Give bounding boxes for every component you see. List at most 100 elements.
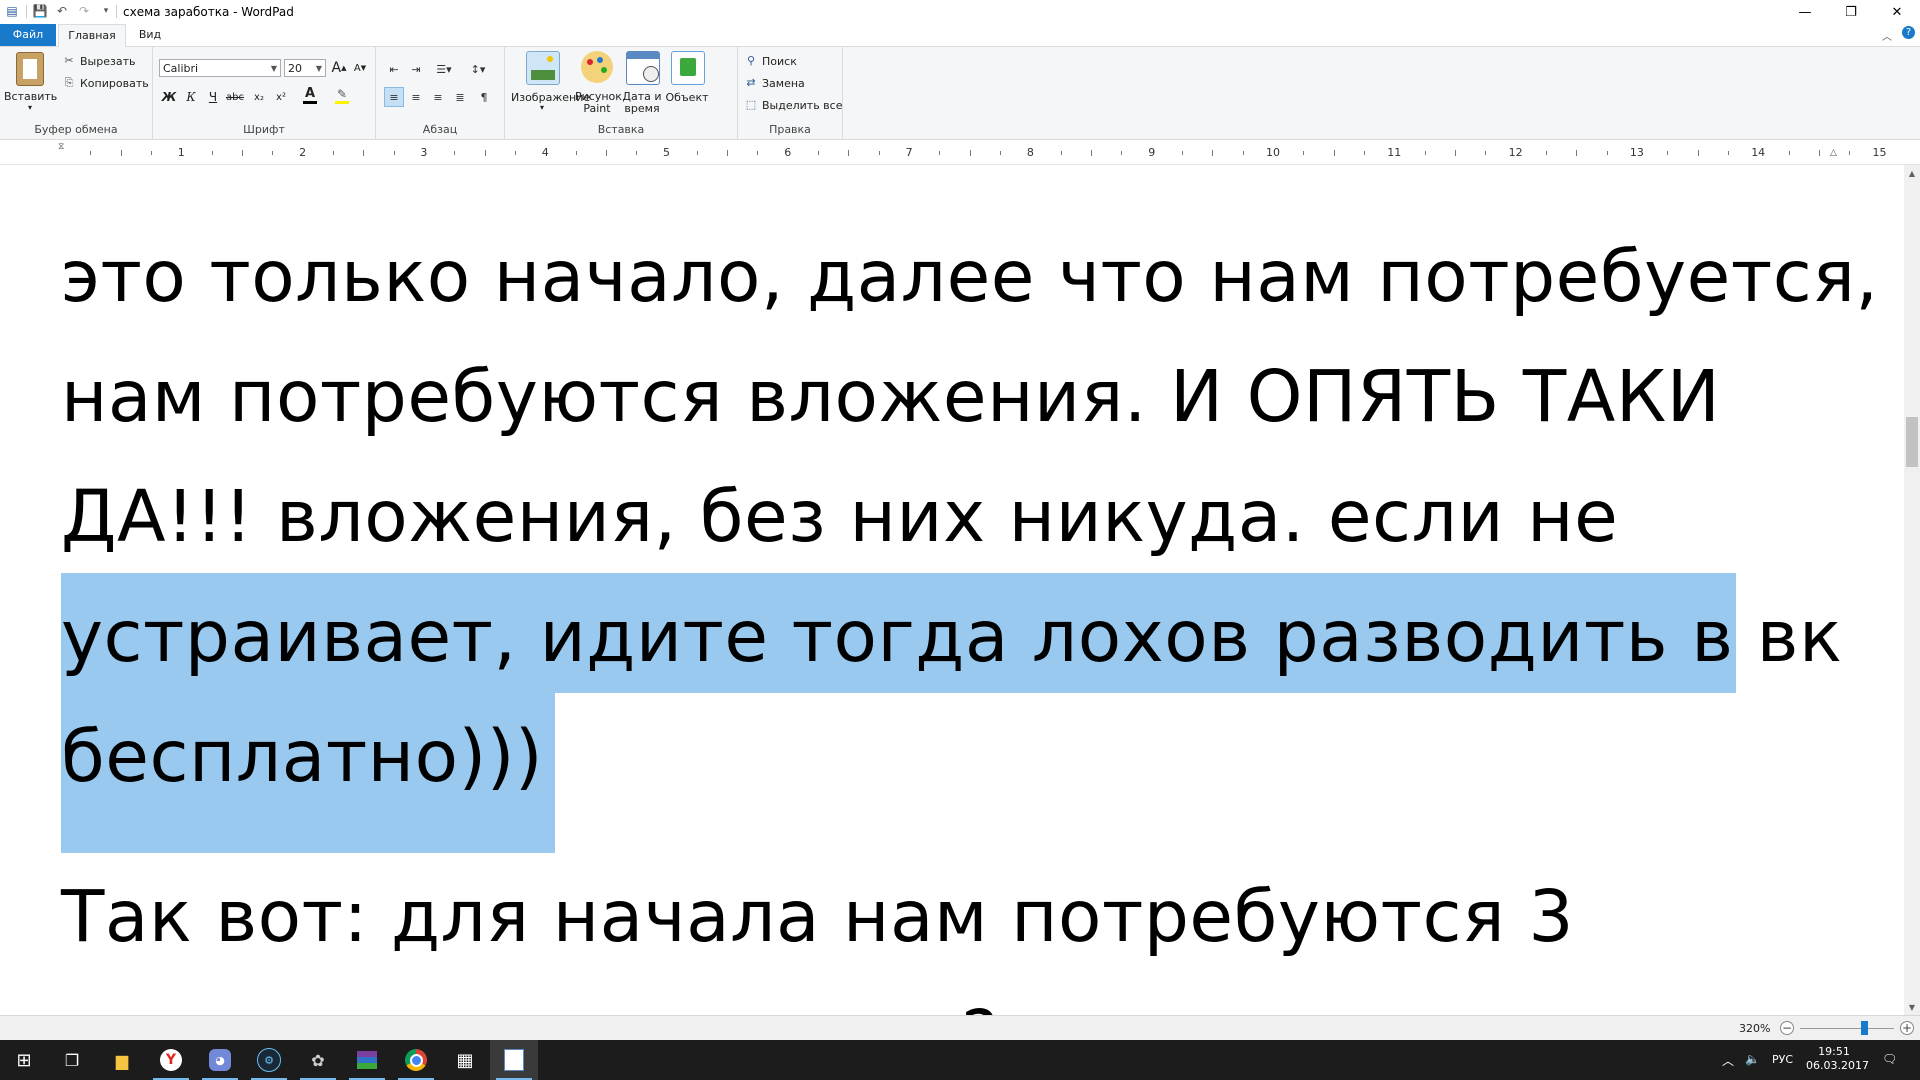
ruler-tick xyxy=(1667,151,1669,155)
datetime-label: Дата и время xyxy=(621,91,663,115)
font-color-button[interactable]: A xyxy=(297,85,323,105)
help-icon[interactable]: ? xyxy=(1902,26,1915,39)
align-right-icon[interactable]: ≡ xyxy=(428,87,448,107)
paragraph-settings-icon[interactable]: ¶ xyxy=(474,87,494,107)
taskbar-chrome[interactable] xyxy=(392,1040,440,1080)
taskbar-winrar[interactable] xyxy=(343,1040,391,1080)
taskbar-explorer[interactable]: ▆ xyxy=(98,1040,146,1080)
scroll-down-icon[interactable]: ▼ xyxy=(1904,999,1920,1015)
ruler-tick xyxy=(1545,151,1547,155)
picture-icon xyxy=(526,51,560,85)
tray-chevron-icon[interactable]: ︿ xyxy=(1722,1052,1734,1069)
select-all-button[interactable]: ⬚ Выделить все xyxy=(744,98,843,112)
vertical-scrollbar[interactable]: ▲ ▼ xyxy=(1904,165,1920,1015)
paste-dropdown-icon[interactable]: ▾ xyxy=(4,103,56,112)
ruler-number: 9 xyxy=(1148,146,1156,159)
bullets-icon[interactable]: ☰▾ xyxy=(430,59,458,79)
redo-icon[interactable]: ↷ xyxy=(76,3,92,19)
find-button[interactable]: ⚲ Поиск xyxy=(744,54,797,68)
object-label: Объект xyxy=(665,91,709,104)
replace-button[interactable]: ⇄ Замена xyxy=(744,76,804,90)
cut-button[interactable]: ✂ Вырезать xyxy=(62,54,135,68)
ruler-tick xyxy=(1424,151,1426,155)
underline-button[interactable]: Ч xyxy=(203,87,223,107)
clock[interactable]: 19:51 06.03.2017 xyxy=(1806,1045,1869,1073)
close-button[interactable]: ✕ xyxy=(1874,0,1920,24)
align-left-icon[interactable]: ≡ xyxy=(384,87,404,107)
indent-marker-icon[interactable]: ⧖ xyxy=(58,142,64,152)
chevron-down-icon: ▼ xyxy=(270,64,277,73)
grow-font-button[interactable]: A ▲ xyxy=(329,58,349,78)
font-size-select[interactable]: 20 ▼ xyxy=(284,59,326,77)
bold-button[interactable]: Ж xyxy=(159,87,179,107)
chevron-down-icon: ▼ xyxy=(315,64,322,73)
ruler-tick xyxy=(848,150,850,156)
keyboard-language[interactable]: РУС xyxy=(1772,1053,1793,1066)
tab-file[interactable]: Файл xyxy=(0,24,56,46)
zoom-out-button[interactable]: − xyxy=(1780,1021,1794,1035)
ruler-tick xyxy=(605,150,607,156)
increase-indent-icon[interactable]: ⇥ xyxy=(406,59,426,79)
wordpad-app-icon[interactable]: ▤ xyxy=(4,3,20,19)
editing-group-label: Правка xyxy=(769,123,811,136)
save-icon[interactable]: 💾 xyxy=(32,3,48,19)
ruler-number: 5 xyxy=(663,146,670,159)
task-view-button[interactable]: ❐ xyxy=(48,1040,96,1080)
start-button[interactable]: ⊞ xyxy=(0,1040,48,1080)
italic-button[interactable]: К xyxy=(181,87,201,107)
ruler[interactable]: ⧖ △ 1 2 3 4 5 6 7 8 9 10 11 12 13 14 15 xyxy=(0,140,1920,165)
restore-button[interactable]: ❐ xyxy=(1828,0,1874,24)
justify-icon[interactable]: ≣ xyxy=(450,87,470,107)
scroll-up-icon[interactable]: ▲ xyxy=(1904,165,1920,181)
right-indent-marker-icon[interactable]: △ xyxy=(1830,148,1837,158)
taskbar-yandex[interactable]: Y xyxy=(147,1040,195,1080)
subscript-button[interactable]: x₂ xyxy=(249,87,269,107)
datetime-button[interactable]: Дата и время xyxy=(621,51,663,115)
speaker-icon[interactable]: 🔈 xyxy=(1745,1052,1760,1066)
ruler-tick xyxy=(696,151,698,155)
clock-date: 06.03.2017 xyxy=(1806,1059,1869,1072)
taskbar-app[interactable]: ✿ xyxy=(294,1040,342,1080)
font-group: Calibri ▼ 20 ▼ A ▲ A ▼ Ж К Ч abc x₂ x² A ✎… xyxy=(153,47,376,139)
tab-view[interactable]: Вид xyxy=(128,24,172,46)
notifications-icon[interactable]: 🗨 xyxy=(1882,1052,1897,1066)
document-area[interactable]: это только начало, далее что нам потребу… xyxy=(0,165,1904,1015)
taskbar-wordpad[interactable] xyxy=(490,1040,538,1080)
doc-line: это только начало, далее что нам потребу… xyxy=(61,235,1879,318)
taskbar-discord[interactable]: ◕ xyxy=(196,1040,244,1080)
paste-button[interactable]: Вставить ▾ xyxy=(4,50,57,114)
paint-drawing-button[interactable]: Рисунок Paint xyxy=(575,51,622,115)
highlight-color-button[interactable]: ✎ xyxy=(329,85,355,105)
strikethrough-button[interactable]: abc xyxy=(225,87,245,107)
ruler-number: 11 xyxy=(1387,146,1402,159)
decrease-indent-icon[interactable]: ⇤ xyxy=(384,59,404,79)
copy-button[interactable]: ⎘ Копировать xyxy=(62,76,149,90)
collapse-ribbon-icon[interactable]: ︿ xyxy=(1882,28,1892,43)
doc-line: Так вот: для начала нам потребуются 3 xyxy=(61,875,1575,958)
doc-line: бесплатно))) xyxy=(61,715,544,798)
minimize-button[interactable]: — xyxy=(1782,0,1828,24)
ruler-tick xyxy=(1788,151,1790,155)
ruler-tick xyxy=(1849,151,1851,155)
ruler-number: 1 xyxy=(177,146,185,159)
zoom-in-button[interactable]: + xyxy=(1900,1021,1914,1035)
windows-logo-icon: ⊞ xyxy=(16,1049,32,1071)
taskbar-steam[interactable]: ⚙ xyxy=(245,1040,293,1080)
insert-picture-button[interactable]: Изображение ▾ xyxy=(511,51,590,113)
superscript-button[interactable]: x² xyxy=(271,87,291,107)
scrollbar-thumb[interactable] xyxy=(1906,417,1918,467)
align-center-icon[interactable]: ≡ xyxy=(406,87,426,107)
ruler-tick xyxy=(575,151,577,155)
editing-group: ⚲ Поиск ⇄ Замена ⬚ Выделить все Правка xyxy=(738,47,843,139)
zoom-slider-thumb[interactable] xyxy=(1860,1021,1868,1035)
undo-icon[interactable]: ↶ xyxy=(54,3,70,19)
shrink-font-button[interactable]: A ▼ xyxy=(350,58,370,78)
insert-object-button[interactable]: Объект xyxy=(665,51,709,113)
tab-home[interactable]: Главная xyxy=(58,24,126,47)
zoom-slider[interactable] xyxy=(1800,1028,1894,1029)
taskbar-calculator[interactable]: ▦ xyxy=(441,1040,489,1080)
qat-customize-icon[interactable]: ▾ xyxy=(98,3,114,19)
font-family-select[interactable]: Calibri ▼ xyxy=(159,59,281,77)
line-spacing-icon[interactable]: ↕▾ xyxy=(464,59,492,79)
paint-label-line2: Paint xyxy=(583,102,611,115)
